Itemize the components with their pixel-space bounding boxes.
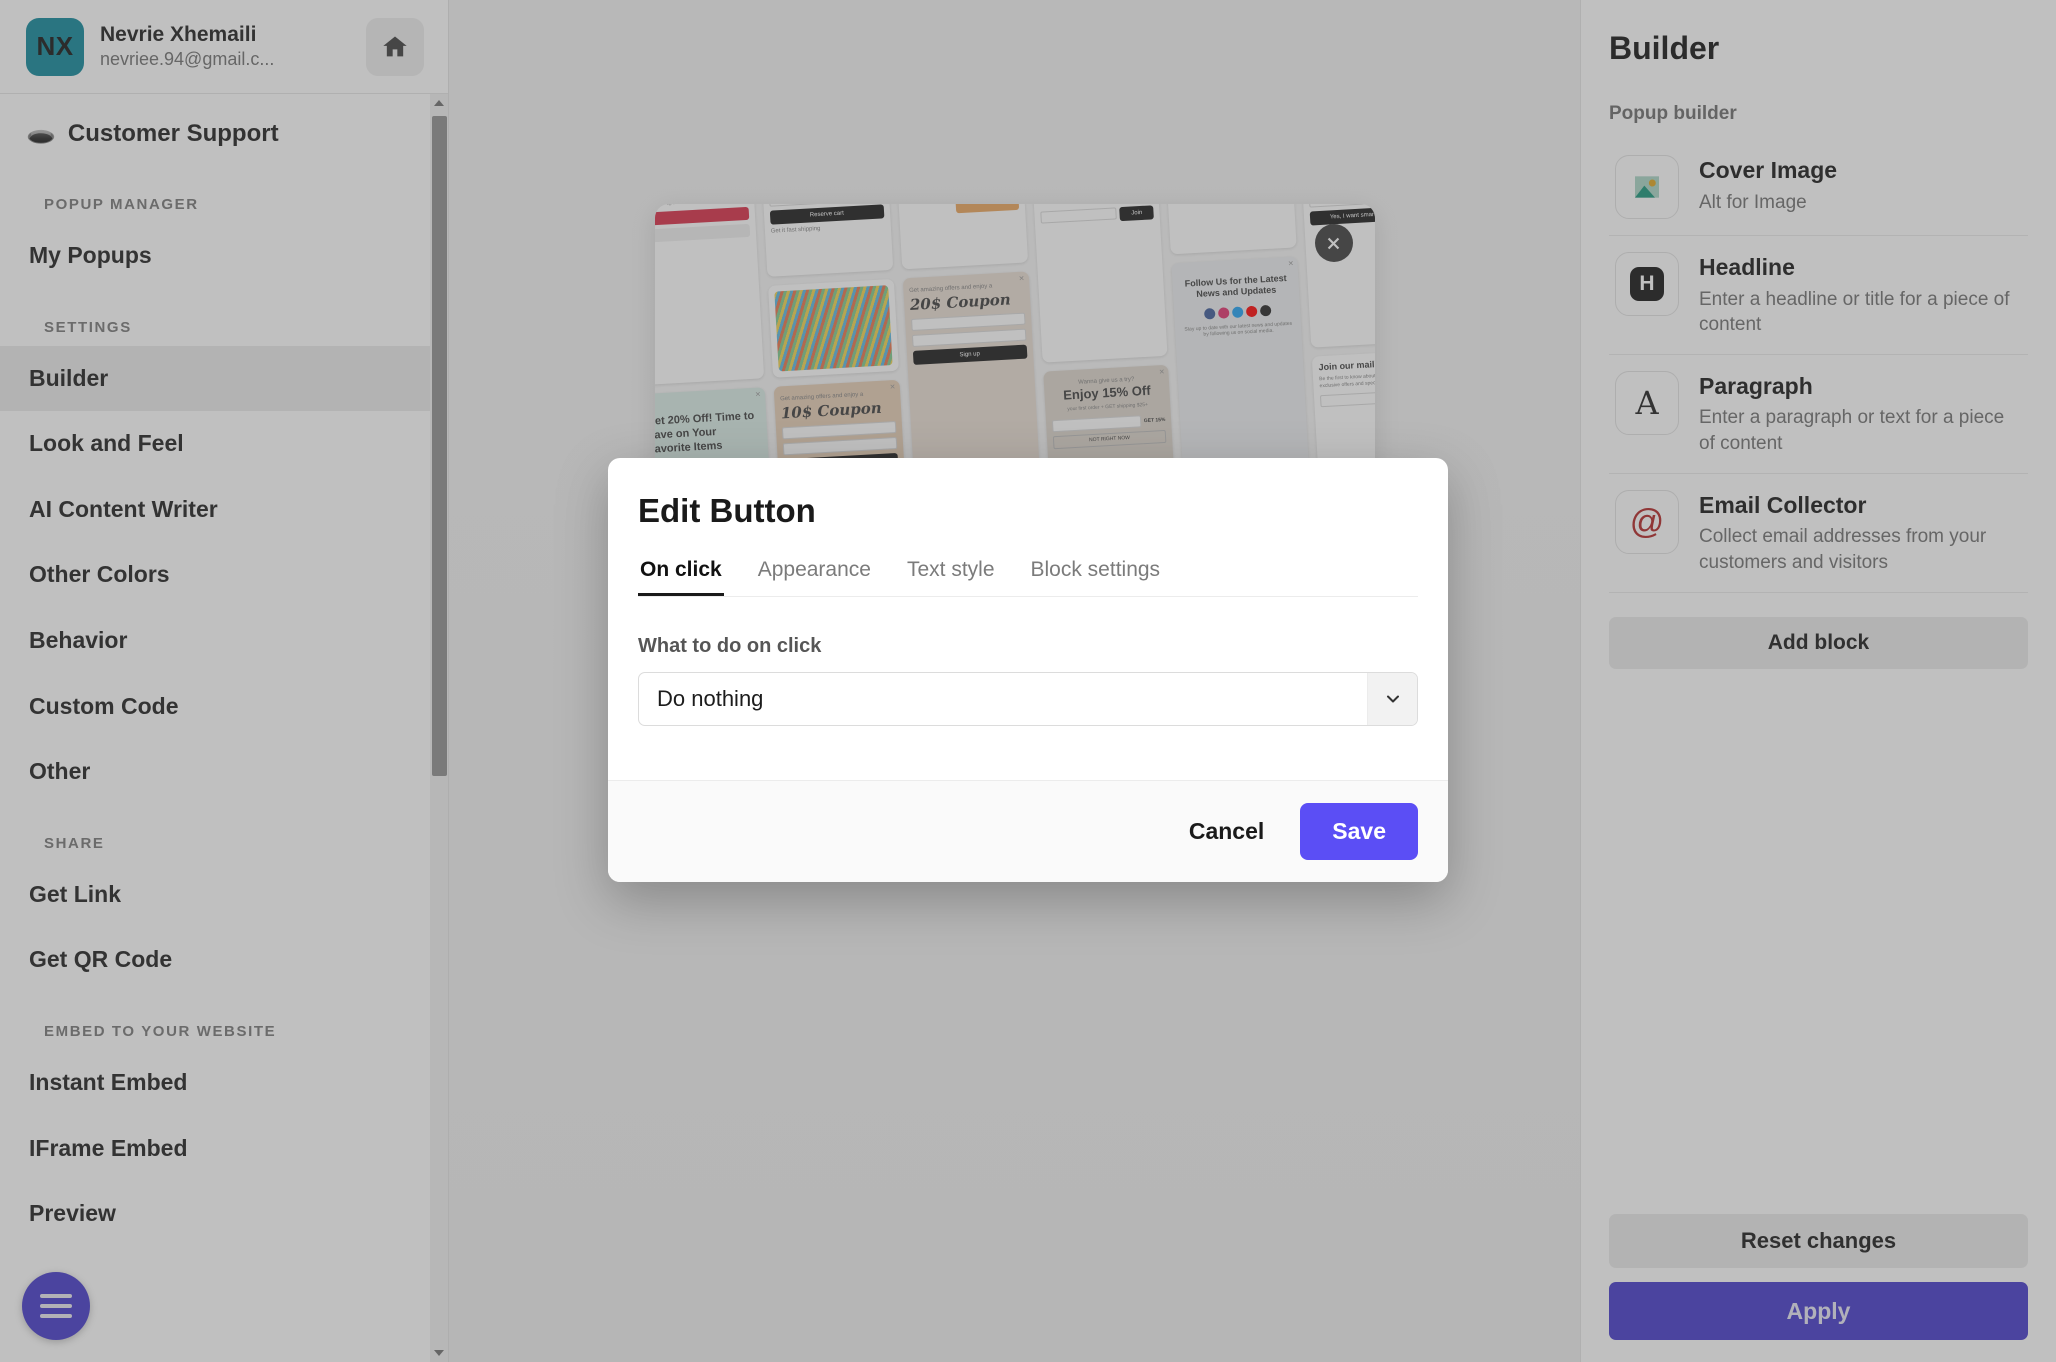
chevron-down-icon	[1386, 695, 1399, 703]
save-button[interactable]: Save	[1300, 803, 1418, 860]
tab-text-style[interactable]: Text style	[905, 558, 997, 596]
field-label-on-click: What to do on click	[638, 635, 822, 657]
modal-header: Edit Button On click Appearance Text sty…	[608, 458, 1448, 597]
select-value: Do nothing	[657, 686, 764, 711]
modal-title: Edit Button	[638, 492, 816, 529]
app-root: NX Nevrie Xhemaili nevriee.94@gmail.c...…	[0, 0, 2056, 1362]
modal-body: What to do on click Do nothing	[608, 597, 1448, 780]
on-click-action-select[interactable]: Do nothing	[638, 672, 1418, 726]
modal-footer: Cancel Save	[608, 780, 1448, 882]
tab-on-click[interactable]: On click	[638, 558, 724, 596]
tab-block-settings[interactable]: Block settings	[1029, 558, 1163, 596]
modal-tabs: On click Appearance Text style Block set…	[638, 558, 1418, 597]
tab-appearance[interactable]: Appearance	[756, 558, 873, 596]
cancel-button[interactable]: Cancel	[1175, 808, 1278, 855]
edit-button-modal: Edit Button On click Appearance Text sty…	[608, 458, 1448, 882]
select-arrow-button[interactable]	[1367, 673, 1417, 725]
